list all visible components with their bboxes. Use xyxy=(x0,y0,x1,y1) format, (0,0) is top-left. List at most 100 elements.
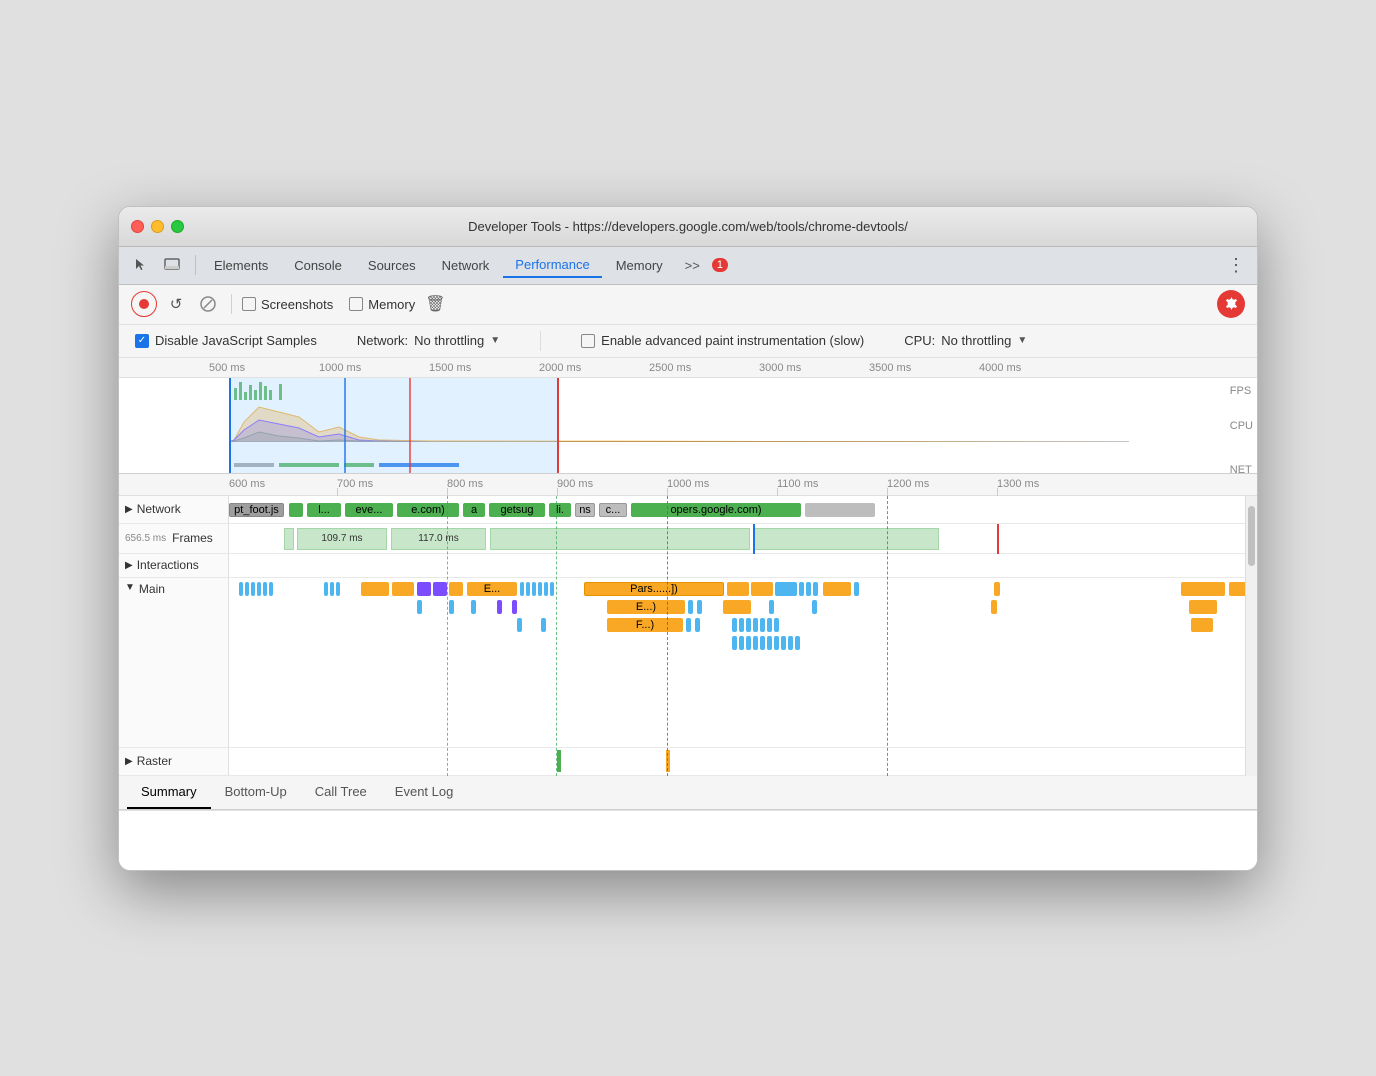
interactions-track-content[interactable] xyxy=(229,554,1257,577)
network-block-4[interactable]: e.com) xyxy=(397,503,459,517)
main-block[interactable] xyxy=(330,582,334,596)
main-block-r2[interactable] xyxy=(688,600,693,614)
tab-event-log[interactable]: Event Log xyxy=(381,776,468,809)
cursor-icon[interactable] xyxy=(127,252,153,278)
main-block-r4[interactable] xyxy=(732,636,737,650)
minimize-button[interactable] xyxy=(151,220,164,233)
tab-memory[interactable]: Memory xyxy=(604,254,675,277)
main-block-r4[interactable] xyxy=(739,636,744,650)
main-block-r3[interactable] xyxy=(746,618,751,632)
main-block[interactable] xyxy=(727,582,749,596)
main-block-r3[interactable] xyxy=(774,618,779,632)
network-block-3[interactable]: eve... xyxy=(345,503,393,517)
main-block-r2[interactable] xyxy=(417,600,422,614)
screenshots-checkbox-label[interactable]: Screenshots xyxy=(242,297,333,312)
network-track-content[interactable]: pt_foot.js l... eve... e.com) a getsug l… xyxy=(229,496,1257,524)
main-block[interactable] xyxy=(1181,582,1225,596)
network-throttle-arrow[interactable]: ▼ xyxy=(490,335,500,346)
clear-button[interactable] xyxy=(195,291,221,317)
network-block-0[interactable]: pt_foot.js xyxy=(229,503,284,517)
tab-overflow[interactable]: >> xyxy=(677,254,708,277)
main-block-r2[interactable] xyxy=(449,600,454,614)
main-block[interactable] xyxy=(324,582,328,596)
main-block-r3[interactable] xyxy=(760,618,765,632)
main-block[interactable] xyxy=(775,582,797,596)
network-block-7[interactable]: li. xyxy=(549,503,571,517)
main-block-r3[interactable] xyxy=(541,618,546,632)
memory-checkbox-label[interactable]: Memory xyxy=(349,297,415,312)
disable-js-samples-checkbox[interactable]: ✓ xyxy=(135,334,149,348)
close-button[interactable] xyxy=(131,220,144,233)
tab-bottom-up[interactable]: Bottom-Up xyxy=(211,776,301,809)
network-track-label[interactable]: ▶ Network xyxy=(119,496,229,523)
main-block[interactable] xyxy=(269,582,273,596)
main-block[interactable] xyxy=(532,582,536,596)
network-block-2[interactable]: l... xyxy=(307,503,341,517)
main-block-r4[interactable] xyxy=(746,636,751,650)
main-block-r4[interactable] xyxy=(788,636,793,650)
main-block-r4[interactable] xyxy=(753,636,758,650)
main-block[interactable] xyxy=(245,582,249,596)
main-block-r2[interactable] xyxy=(723,600,751,614)
main-block[interactable] xyxy=(854,582,859,596)
main-block[interactable] xyxy=(392,582,414,596)
interactions-track-label[interactable]: ▶ Interactions xyxy=(119,554,229,577)
network-block-10[interactable]: opers.google.com) xyxy=(631,503,801,517)
main-block-r2[interactable] xyxy=(512,600,517,614)
main-track-content[interactable]: E... Pars......]) xyxy=(229,578,1257,748)
cpu-throttle-arrow[interactable]: ▼ xyxy=(1017,335,1027,346)
tab-sources[interactable]: Sources xyxy=(356,254,428,277)
main-block-r3[interactable] xyxy=(1191,618,1213,632)
main-block-r3[interactable] xyxy=(686,618,691,632)
memory-checkbox[interactable] xyxy=(349,297,363,311)
network-block-8[interactable]: ns xyxy=(575,503,595,517)
tab-network[interactable]: Network xyxy=(430,254,502,277)
main-block-r2[interactable] xyxy=(497,600,502,614)
network-block-1[interactable] xyxy=(289,503,303,517)
advanced-paint-checkbox[interactable] xyxy=(581,334,595,348)
raster-track-label[interactable]: ▶ Raster xyxy=(119,748,229,775)
main-block[interactable] xyxy=(751,582,773,596)
main-block-r4[interactable] xyxy=(767,636,772,650)
main-block-r3[interactable] xyxy=(517,618,522,632)
main-block[interactable] xyxy=(520,582,524,596)
network-block-9[interactable]: c... xyxy=(599,503,627,517)
main-block-r4[interactable] xyxy=(795,636,800,650)
disable-js-samples-option[interactable]: ✓ Disable JavaScript Samples xyxy=(135,333,317,348)
main-block[interactable] xyxy=(361,582,389,596)
record-button[interactable] xyxy=(131,291,157,317)
main-block-r2[interactable] xyxy=(812,600,817,614)
main-block-r2[interactable] xyxy=(1189,600,1217,614)
tab-call-tree[interactable]: Call Tree xyxy=(301,776,381,809)
main-block[interactable] xyxy=(994,582,1000,596)
main-block-f[interactable]: F...) xyxy=(607,618,683,632)
main-block-r3[interactable] xyxy=(753,618,758,632)
main-block-r4[interactable] xyxy=(781,636,786,650)
trash-button[interactable]: 🗑 xyxy=(425,294,445,314)
main-block-r3[interactable] xyxy=(695,618,700,632)
scrollbar-thumb[interactable] xyxy=(1248,506,1255,566)
network-block-5[interactable]: a xyxy=(463,503,485,517)
reload-record-button[interactable]: ↺ xyxy=(163,291,189,317)
main-block-r2[interactable] xyxy=(697,600,702,614)
main-block-r3[interactable] xyxy=(732,618,737,632)
main-block[interactable] xyxy=(538,582,542,596)
main-block[interactable] xyxy=(813,582,818,596)
main-block-r2[interactable] xyxy=(991,600,997,614)
network-block-6[interactable]: getsug xyxy=(489,503,545,517)
main-block[interactable] xyxy=(257,582,261,596)
maximize-button[interactable] xyxy=(171,220,184,233)
screenshots-checkbox[interactable] xyxy=(242,297,256,311)
main-block[interactable] xyxy=(449,582,463,596)
main-block[interactable] xyxy=(417,582,431,596)
main-block[interactable] xyxy=(526,582,530,596)
main-block-r4[interactable] xyxy=(760,636,765,650)
main-block[interactable] xyxy=(263,582,267,596)
dock-icon[interactable] xyxy=(159,252,185,278)
frames-track-content[interactable]: 109.7 ms 117.0 ms xyxy=(229,524,1257,554)
devtools-menu-button[interactable]: ⋮ xyxy=(1223,252,1249,278)
scrollbar-track[interactable] xyxy=(1245,496,1257,776)
main-block-r2[interactable] xyxy=(769,600,774,614)
main-block-pars[interactable]: Pars......]) xyxy=(584,582,724,596)
main-block-r2[interactable] xyxy=(471,600,476,614)
